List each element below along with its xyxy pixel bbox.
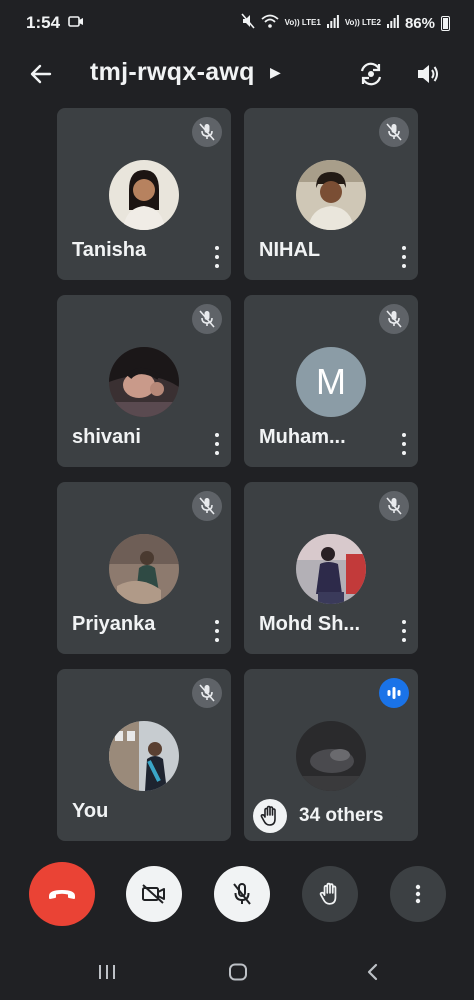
avatar: [296, 160, 366, 230]
mic-off-icon: [386, 497, 402, 515]
battery-percent: 86%: [404, 14, 435, 32]
mic-off-badge: [379, 491, 409, 521]
mic-off-icon: [199, 684, 215, 702]
system-nav-bar: [0, 944, 474, 1000]
signal-bars-icon: [326, 14, 339, 32]
mic-off-icon: [199, 497, 215, 515]
arrow-left-icon: [30, 64, 52, 84]
status-time: 1:54: [26, 13, 61, 32]
mic-off-badge: [192, 491, 222, 521]
camera-toggle-button[interactable]: [126, 866, 182, 922]
avatar: [296, 721, 366, 791]
sim1-signal-label: Vo)) LTE1: [284, 18, 321, 27]
back-button[interactable]: [26, 59, 56, 89]
sim2-signal-label: Vo)) LTE2: [344, 18, 381, 27]
participant-name: Tanisha: [72, 239, 147, 261]
participant-tile[interactable]: M Muham...: [244, 295, 418, 467]
more-vert-icon[interactable]: [213, 433, 221, 455]
end-call-button[interactable]: [29, 862, 95, 926]
participant-tile[interactable]: shivani: [57, 295, 231, 467]
participant-tile[interactable]: Tanisha: [57, 108, 231, 280]
mic-off-badge: [379, 117, 409, 147]
meeting-header: tmj-rwqx-awq ▶: [0, 52, 474, 96]
avatar: [109, 160, 179, 230]
speaker-button[interactable]: [413, 59, 443, 89]
participant-tile-self[interactable]: You: [57, 669, 231, 841]
more-options-button[interactable]: [390, 866, 446, 922]
flip-camera-button[interactable]: [356, 59, 386, 89]
participant-name: Muham...: [259, 426, 346, 448]
video-recording-icon: [68, 13, 84, 33]
avatar-initial: M: [296, 347, 366, 417]
participant-name: You: [72, 800, 109, 822]
raise-hand-button[interactable]: [302, 866, 358, 922]
recent-apps-button[interactable]: [92, 958, 122, 986]
more-vert-icon[interactable]: [213, 620, 221, 642]
battery-icon: [441, 15, 450, 31]
participant-tile[interactable]: NIHAL: [244, 108, 418, 280]
status-right: Vo)) LTE1 Vo)) LTE2 86%: [241, 13, 450, 33]
participant-name: Priyanka: [72, 613, 156, 635]
more-vert-icon[interactable]: [400, 433, 408, 455]
system-back-button[interactable]: [357, 958, 387, 986]
more-vert-icon: [415, 884, 421, 904]
status-left: 1:54: [26, 13, 84, 33]
home-button[interactable]: [223, 958, 253, 986]
mic-off-icon: [233, 883, 251, 905]
hand-icon: [253, 799, 287, 833]
mic-off-badge: [192, 304, 222, 334]
mic-off-badge: [379, 304, 409, 334]
mute-notification-icon: [241, 13, 255, 33]
avatar: [109, 347, 179, 417]
mic-off-badge: [192, 117, 222, 147]
hand-icon: [319, 882, 337, 905]
avatar: [109, 534, 179, 604]
others-count-label: 34 others: [299, 805, 384, 826]
mic-off-icon: [386, 310, 402, 328]
more-vert-icon[interactable]: [400, 620, 408, 642]
camera-off-icon: [142, 884, 165, 904]
chevron-left-icon: [367, 963, 378, 981]
participant-name: shivani: [72, 426, 141, 448]
phone-hangup-icon: [49, 890, 75, 899]
signal-bars-icon: [386, 14, 399, 32]
mic-off-icon: [386, 123, 402, 141]
more-vert-icon[interactable]: [213, 246, 221, 268]
mic-off-icon: [199, 310, 215, 328]
chevron-right-icon[interactable]: ▶: [270, 64, 281, 81]
flip-camera-icon: [360, 62, 382, 86]
recents-icon: [99, 965, 115, 979]
avatar: [109, 721, 179, 791]
mic-off-badge: [192, 678, 222, 708]
wifi-icon: [261, 14, 279, 32]
speaking-badge: [379, 678, 409, 708]
mic-toggle-button[interactable]: [214, 866, 270, 922]
others-participants-button[interactable]: 34 others: [250, 796, 412, 836]
more-vert-icon[interactable]: [400, 246, 408, 268]
participant-name: Mohd Sh...: [259, 613, 361, 635]
speaker-icon: [418, 65, 438, 83]
meeting-code[interactable]: tmj-rwqx-awq: [90, 58, 255, 87]
status-bar: 1:54 Vo)) LTE1 Vo)) LTE2 86%: [0, 0, 474, 46]
call-controls: [0, 862, 474, 926]
audio-level-icon: [387, 687, 401, 699]
participant-name: NIHAL: [259, 239, 321, 261]
participant-tile[interactable]: Mohd Sh...: [244, 482, 418, 654]
home-icon: [229, 963, 247, 981]
avatar: [296, 534, 366, 604]
participant-tile[interactable]: Priyanka: [57, 482, 231, 654]
mic-off-icon: [199, 123, 215, 141]
avatar: M: [296, 347, 366, 417]
